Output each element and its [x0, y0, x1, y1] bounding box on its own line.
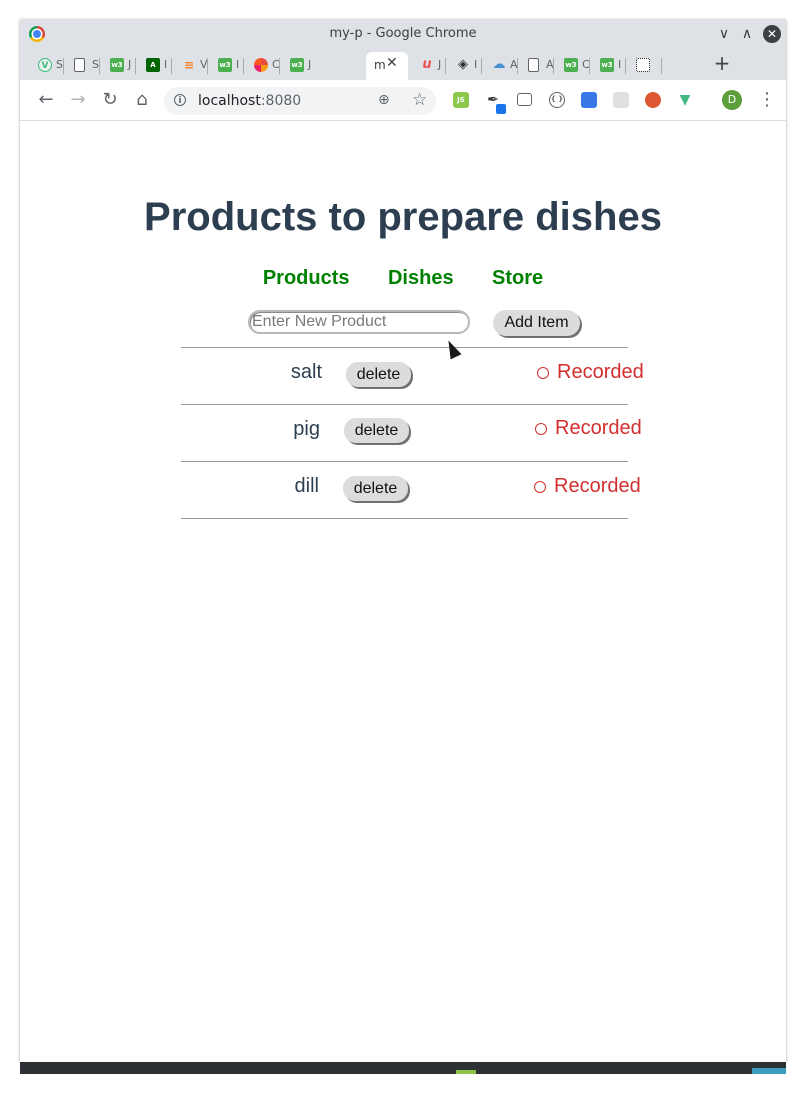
realhowto-icon	[636, 58, 650, 72]
tab-label: J	[438, 58, 442, 71]
tab[interactable]: ≡ V	[172, 52, 208, 80]
tab-label: I	[236, 58, 240, 71]
url-port: :8080	[260, 93, 302, 109]
page-title: Products to prepare dishes	[144, 195, 662, 239]
tab[interactable]: V S	[28, 52, 64, 80]
taskbar-accent	[752, 1068, 786, 1074]
url-host: localhost	[198, 93, 261, 109]
duckduckgo-icon[interactable]	[645, 92, 661, 108]
product-name: salt	[290, 361, 322, 383]
taskbar-indicator	[456, 1070, 476, 1074]
close-window-icon[interactable]: ✕	[763, 25, 781, 43]
tab[interactable]: ☁ A	[482, 52, 518, 80]
tab-label: J	[128, 58, 132, 71]
new-tab-icon[interactable]: +	[710, 51, 734, 75]
colorful-icon	[254, 58, 268, 72]
maximize-icon[interactable]: ∧	[737, 24, 757, 44]
new-product-input[interactable]	[248, 310, 470, 334]
tab[interactable]: A	[518, 52, 554, 80]
tab[interactable]: w3 C	[554, 52, 590, 80]
w3schools-icon: w3	[564, 58, 578, 72]
braces-icon[interactable]: { }	[549, 92, 565, 108]
tab[interactable]: w3 I	[208, 52, 244, 80]
tab[interactable]: u J	[410, 52, 446, 80]
app-nav: Products Dishes Store	[20, 267, 786, 290]
status-circle-icon	[535, 423, 547, 435]
udemy-icon: u	[422, 57, 432, 72]
profile-avatar[interactable]: D	[722, 90, 742, 110]
minimize-icon[interactable]: ∨	[714, 24, 734, 44]
tab[interactable]: A I	[136, 52, 172, 80]
page-icon	[528, 58, 539, 72]
tab-label: S	[56, 58, 63, 71]
status-label: Recorded	[555, 417, 642, 439]
codepen-icon: ◈	[458, 57, 468, 72]
product-name: dill	[294, 475, 319, 497]
w3schools-icon: w3	[218, 58, 232, 72]
tab[interactable]: w3 J	[280, 52, 316, 80]
react-icon[interactable]	[613, 92, 629, 108]
home-icon[interactable]: ⌂	[132, 90, 152, 110]
delete-button[interactable]: delete	[343, 476, 408, 501]
tab[interactable]: ◈ I	[446, 52, 482, 80]
tab-label: S	[92, 58, 99, 71]
tab[interactable]: w3 J	[100, 52, 136, 80]
browser-toolbar: ← → ↻ ⌂ i localhost:8080 ⊕ ☆ JS ✒ { } ▼ …	[20, 80, 786, 121]
forward-icon[interactable]: →	[68, 90, 88, 110]
browser-window: my-p - Google Chrome ∨ ∧ ✕ V S S w3 J A …	[20, 20, 786, 1062]
tab-separator	[661, 58, 662, 74]
page-icon	[74, 58, 85, 72]
zoom-icon[interactable]: ⊕	[378, 92, 390, 108]
w3schools-icon: w3	[600, 58, 614, 72]
status-label: Recorded	[554, 475, 641, 497]
product-row: salt delete Recorded	[181, 348, 644, 405]
w3schools-icon: w3	[290, 58, 304, 72]
product-name: pig	[293, 418, 320, 440]
reload-icon[interactable]: ↻	[100, 90, 120, 110]
address-bar[interactable]: i localhost:8080 ⊕ ☆	[164, 87, 436, 115]
nav-store-link[interactable]: Store	[492, 267, 543, 290]
delete-button[interactable]: delete	[344, 418, 409, 443]
close-tab-icon[interactable]: ✕	[386, 55, 398, 71]
screenshot-icon[interactable]	[517, 93, 532, 106]
tab-active[interactable]: m ✕	[366, 52, 408, 80]
tab-label: I	[164, 58, 168, 71]
stackoverflow-icon: ≡	[183, 58, 195, 72]
tab[interactable]: C	[244, 52, 280, 80]
status-circle-icon	[537, 367, 549, 379]
page-viewport: Products to prepare dishes Products Dish…	[20, 121, 786, 1062]
tab[interactable]: w3 I	[590, 52, 626, 80]
tab[interactable]	[626, 52, 662, 80]
url-text: localhost:8080	[198, 93, 301, 109]
cloud-icon: ☁	[492, 57, 506, 72]
nodejs-icon[interactable]: JS	[453, 92, 469, 108]
status-label: Recorded	[557, 361, 644, 383]
back-icon[interactable]: ←	[36, 90, 56, 110]
title-bar: my-p - Google Chrome ∨ ∧ ✕	[20, 20, 786, 48]
nav-products-link[interactable]: Products	[263, 267, 350, 290]
vuejs-icon: V	[38, 58, 52, 72]
tab-label: I	[474, 58, 478, 71]
tab[interactable]: S	[64, 52, 100, 80]
tab-label: I	[618, 58, 622, 71]
w3schools-icon: w3	[110, 58, 124, 72]
window-title: my-p - Google Chrome	[329, 26, 477, 41]
status-circle-icon	[534, 481, 546, 493]
add-item-button[interactable]: Add Item	[493, 310, 580, 336]
tab-label: J	[308, 58, 312, 71]
tab-strip: V S S w3 J A I ≡ V w3 I C w3 J m ✕ u J ◈…	[20, 48, 786, 80]
vue-devtools-icon[interactable]: ▼	[677, 92, 693, 108]
tab-label: m	[374, 58, 386, 72]
color-swatch-icon	[496, 104, 506, 114]
product-row: pig delete Recorded	[181, 405, 642, 462]
taskbar	[20, 1062, 786, 1074]
angular-icon: A	[146, 58, 160, 72]
nav-dishes-link[interactable]: Dishes	[388, 267, 454, 290]
product-row: dill delete Recorded	[181, 462, 641, 519]
menu-kebab-icon[interactable]: ⋮	[758, 89, 776, 110]
info-icon[interactable]: i	[174, 94, 186, 106]
delete-button[interactable]: delete	[346, 362, 411, 387]
reader-icon[interactable]	[581, 92, 597, 108]
bookmark-star-icon[interactable]: ☆	[412, 90, 427, 110]
